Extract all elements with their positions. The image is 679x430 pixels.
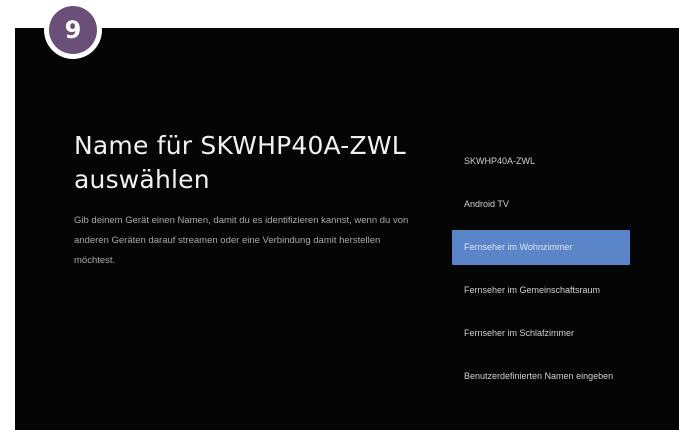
option-fernseher-im-schlafzimmer[interactable]: Fernseher im Schlafzimmer	[452, 312, 630, 355]
option-label: Fernseher im Gemeinschaftsraum	[464, 285, 601, 295]
page-title: Name für SKWHP40A-ZWL auswählen	[74, 131, 406, 194]
option-skwhp40a-zwl[interactable]: SKWHP40A-ZWL	[452, 140, 630, 183]
option-label: Fernseher im Schlafzimmer	[464, 328, 575, 338]
name-options-list: SKWHP40A-ZWL Android TV Fernseher im Woh…	[452, 140, 630, 398]
option-label: Fernseher im Wohnzimmer	[464, 242, 573, 252]
step-number: 9	[49, 6, 97, 54]
option-label: Benutzerdefinierten Namen eingeben	[464, 371, 614, 381]
tv-screen: Name für SKWHP40A-ZWL auswählen Gib dein…	[15, 28, 679, 430]
option-fernseher-im-wohnzimmer[interactable]: Fernseher im Wohnzimmer	[452, 230, 630, 265]
option-label: SKWHP40A-ZWL	[464, 156, 536, 166]
option-label: Android TV	[464, 199, 509, 209]
option-android-tv[interactable]: Android TV	[452, 183, 630, 226]
option-custom-name[interactable]: Benutzerdefinierten Namen eingeben	[452, 355, 630, 398]
page-description: Gib deinem Gerät einen Namen, damit du e…	[74, 215, 409, 266]
step-badge: 9	[44, 1, 102, 59]
option-fernseher-im-gemeinschaftsraum[interactable]: Fernseher im Gemeinschaftsraum	[452, 269, 630, 312]
